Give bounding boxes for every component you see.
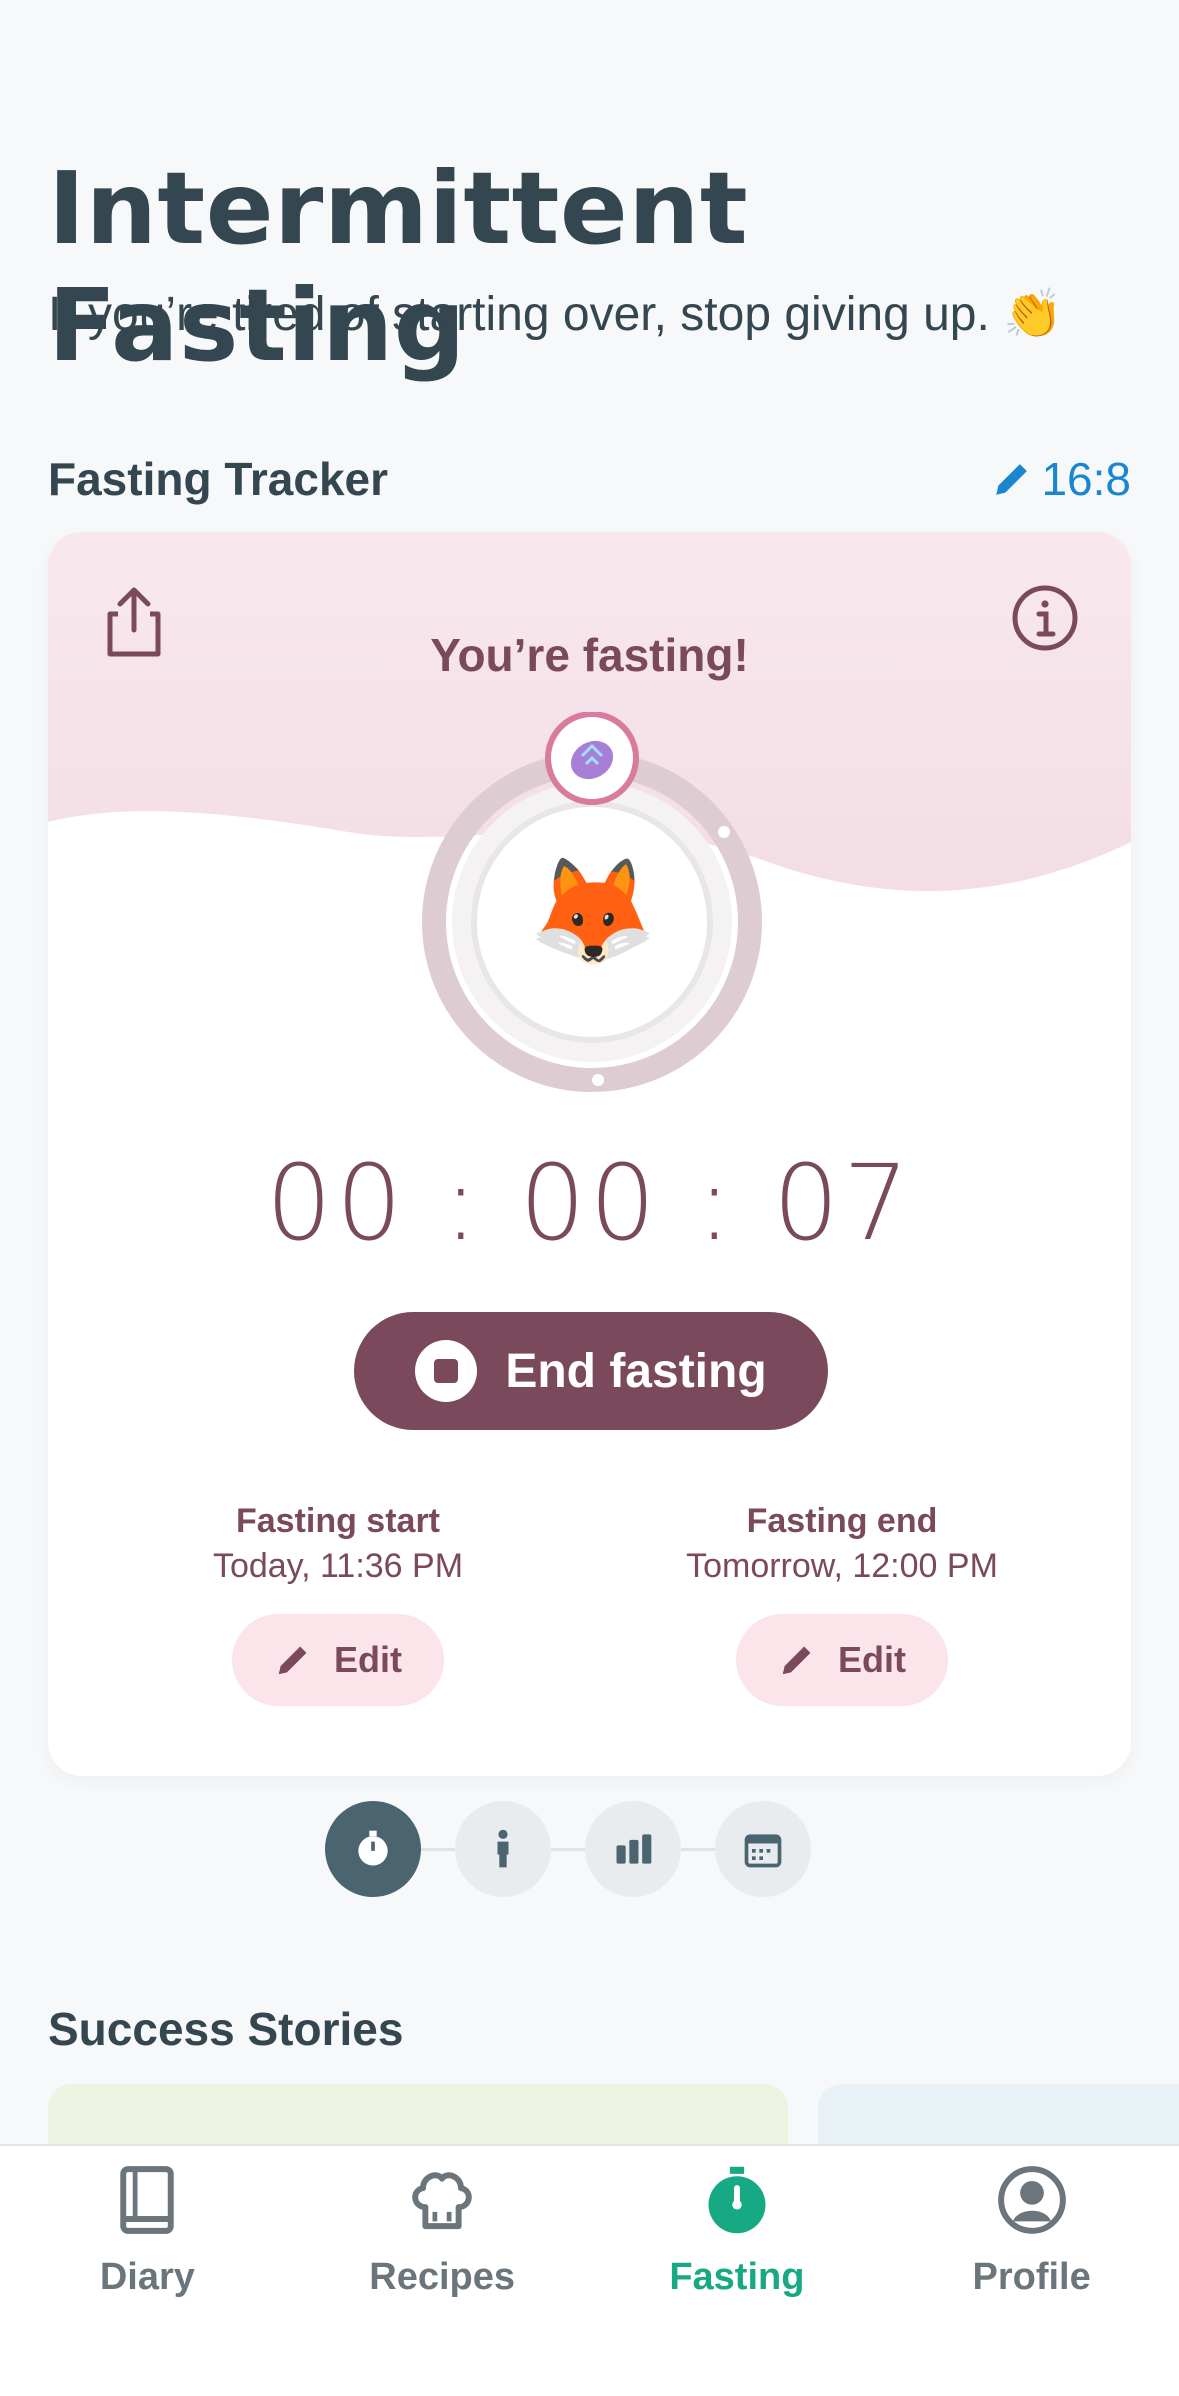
person-icon xyxy=(497,1829,509,1868)
bottom-navigation: Diary Recipes Fasting Profile xyxy=(0,2144,1179,2396)
fasting-end-label: Fasting end xyxy=(746,1502,938,1540)
fasting-tracker-card: You’re fasting! 🦊 00 : 00 : 07 End fasti… xyxy=(48,532,1131,1776)
nav-profile-label: Profile xyxy=(972,2256,1091,2298)
fasting-status: You’re fasting! xyxy=(430,629,749,681)
pencil-icon xyxy=(782,1646,811,1675)
nav-profile[interactable]: Profile xyxy=(902,2162,1162,2396)
fox-avatar-icon: 🦊 xyxy=(528,854,658,970)
end-fasting-label: End fasting xyxy=(505,1344,767,1398)
step-stats[interactable] xyxy=(585,1801,681,1897)
edit-start-label: Edit xyxy=(334,1639,402,1680)
success-stories-title: Success Stories xyxy=(48,2003,404,2055)
stopwatch-icon xyxy=(358,1830,388,1866)
chef-hat-icon xyxy=(412,2172,472,2230)
step-calendar[interactable] xyxy=(715,1801,811,1897)
fasting-start-label: Fasting start xyxy=(235,1502,441,1540)
nav-fasting[interactable]: Fasting xyxy=(607,2162,867,2396)
tracker-page-indicator xyxy=(325,1800,811,1898)
nav-diary-label: Diary xyxy=(99,2256,195,2298)
book-icon xyxy=(120,2166,175,2234)
page-subtitle: If you’re tired of starting over, stop g… xyxy=(48,288,1063,341)
section-title: Fasting Tracker xyxy=(48,453,389,505)
nav-diary[interactable]: Diary xyxy=(17,2162,277,2396)
edit-end-label: Edit xyxy=(838,1639,906,1680)
step-timer[interactable] xyxy=(325,1801,421,1897)
fasting-start-value: Today, 11:36 PM xyxy=(212,1547,464,1585)
tracker-header: Fasting Tracker 16:8 xyxy=(48,452,1131,506)
fasting-plan-label: 16:8 xyxy=(1041,453,1131,505)
edit-end-button[interactable]: Edit xyxy=(736,1614,948,1706)
fasting-plan-button[interactable]: 16:8 xyxy=(991,452,1131,506)
fasting-timer: 00 : 00 : 07 xyxy=(265,1142,914,1264)
user-icon xyxy=(997,2166,1066,2234)
bar-chart-icon xyxy=(616,1834,652,1864)
nav-recipes[interactable]: Recipes xyxy=(312,2162,572,2396)
fasting-end-block: Fasting end Tomorrow, 12:00 PM Edit xyxy=(632,1502,1052,1706)
pencil-icon xyxy=(996,464,1028,495)
pencil-icon xyxy=(278,1646,307,1675)
nav-fasting-label: Fasting xyxy=(669,2256,805,2298)
success-story-card[interactable] xyxy=(818,2084,1179,2144)
stopwatch-icon xyxy=(708,2166,766,2234)
fasting-end-value: Tomorrow, 12:00 PM xyxy=(686,1547,998,1585)
nav-recipes-label: Recipes xyxy=(369,2256,515,2298)
page-title: Intermittent Fasting xyxy=(48,150,749,384)
fasting-start-block: Fasting start Today, 11:36 PM Edit xyxy=(128,1502,548,1706)
stop-icon xyxy=(415,1340,478,1402)
end-fasting-button[interactable]: End fasting xyxy=(354,1312,828,1430)
success-story-card[interactable] xyxy=(48,2084,788,2144)
edit-start-button[interactable]: Edit xyxy=(232,1614,444,1706)
calendar-icon xyxy=(744,1834,782,1868)
step-body[interactable] xyxy=(455,1801,551,1897)
